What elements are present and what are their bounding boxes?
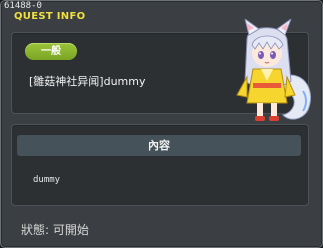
content-text: dummy xyxy=(33,175,61,185)
window-title: QUEST INFO xyxy=(14,11,86,22)
quest-id: 61488-0 xyxy=(4,1,42,11)
quest-content-panel: 內容 dummy xyxy=(11,124,309,206)
quest-info-window: 61488-0 QUEST INFO 一般 [雛菇神社异闻]dummy 內容 d… xyxy=(0,0,323,248)
category-badge: 一般 xyxy=(25,43,77,60)
npc-fox-girl-portrait-icon xyxy=(236,19,311,121)
quest-status: 狀態: 可開始 xyxy=(21,223,89,237)
quest-name: [雛菇神社异闻]dummy xyxy=(29,75,146,88)
content-header: 內容 xyxy=(17,135,301,156)
